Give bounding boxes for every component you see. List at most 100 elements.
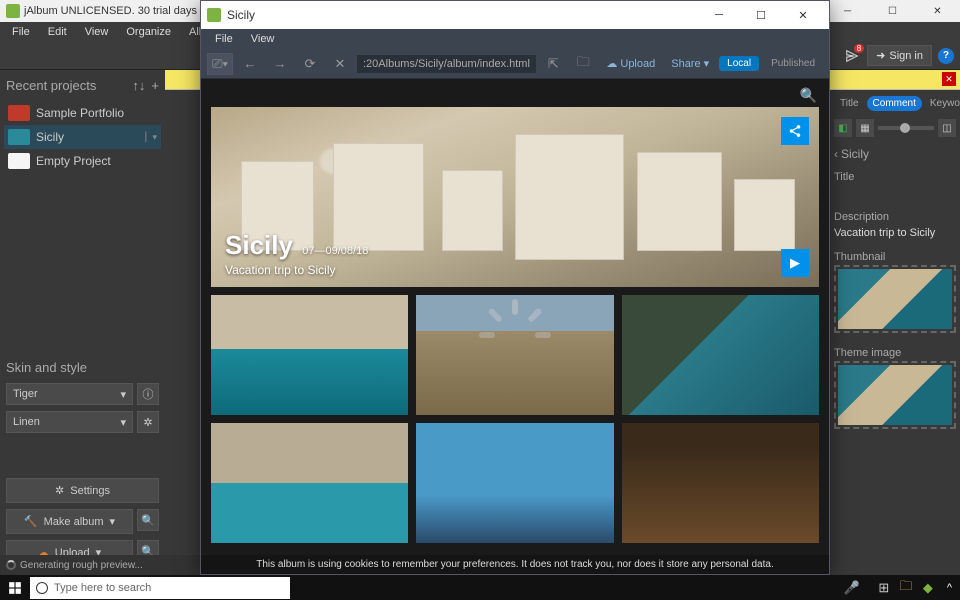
hero-image: ▶ Sicily 07—09/08/18 Vacation trip to Si… <box>211 107 819 287</box>
menu-organize[interactable]: Organize <box>118 24 179 40</box>
notification-icon[interactable]: 8 <box>843 47 861 65</box>
preview-close-button[interactable]: ✕ <box>783 3 823 27</box>
forward-icon[interactable]: → <box>267 53 293 75</box>
start-button[interactable] <box>0 575 30 600</box>
close-button[interactable]: ✕ <box>915 0 960 22</box>
style-select[interactable]: Linen▾ <box>6 411 133 433</box>
signin-icon: ➜ <box>876 49 885 62</box>
help-icon[interactable]: ? <box>938 48 954 64</box>
notice-close-icon[interactable]: ✕ <box>942 72 956 86</box>
upload-link[interactable]: ☁ Upload <box>600 57 661 70</box>
skin-info-icon[interactable]: ⓘ <box>137 383 159 405</box>
thumbnail-preview[interactable] <box>834 265 956 333</box>
device-select[interactable]: ⎚▾ <box>207 53 233 75</box>
hero-title: Sicily <box>225 230 293 261</box>
thumbnail-tile[interactable] <box>211 423 408 543</box>
add-project-icon[interactable]: + <box>151 78 159 93</box>
tool-c-icon[interactable]: ◫ <box>938 119 956 137</box>
preview-window: Sicily ─ ☐ ✕ File View ⎚▾ ← → ⟳ ✕ :20Alb… <box>200 0 830 575</box>
folder-icon[interactable]: 🗀 <box>570 53 596 75</box>
hero-share-button[interactable] <box>781 117 809 145</box>
make-album-search-icon[interactable]: 🔍 <box>137 509 159 531</box>
minimize-button[interactable]: ─ <box>825 0 870 22</box>
hammer-icon: 🔨 <box>24 515 38 528</box>
preview-menubar: File View <box>201 29 829 49</box>
cloud-icon: ☁ <box>606 58 620 70</box>
chevron-down-icon: ▏▾ <box>146 132 157 143</box>
status-bar: Generating rough preview... <box>0 555 230 575</box>
reload-icon[interactable]: ⟳ <box>297 53 323 75</box>
chevron-down-icon: ▾ <box>110 515 116 528</box>
stop-icon[interactable]: ✕ <box>327 53 353 75</box>
style-settings-icon[interactable]: ✲ <box>137 411 159 433</box>
share-link[interactable]: Share ▾ <box>665 57 715 70</box>
tool-a-icon[interactable]: ◧ <box>834 119 852 137</box>
skin-style-label: Skin and style <box>6 356 159 383</box>
settings-button[interactable]: ✲Settings <box>6 478 159 503</box>
thumbnail-tile[interactable] <box>622 423 819 543</box>
chevron-left-icon: ‹ <box>834 147 838 161</box>
tray-chevron-icon[interactable]: ^ <box>947 582 952 594</box>
spinner-icon <box>6 560 16 570</box>
preview-toolbar: ⎚▾ ← → ⟳ ✕ :20Albums/Sicily/album/index.… <box>201 49 829 79</box>
chevron-down-icon: ▾ <box>120 416 126 429</box>
jalbum-task-icon[interactable]: ◆ <box>917 577 939 599</box>
preview-maximize-button[interactable]: ☐ <box>741 3 781 27</box>
menu-view[interactable]: View <box>77 24 117 40</box>
preview-minimize-button[interactable]: ─ <box>699 3 739 27</box>
explorer-icon[interactable]: 🗀 <box>895 577 917 599</box>
hero-date: 07—09/08/18 <box>302 245 368 257</box>
thumbnail-tile[interactable] <box>211 295 408 415</box>
maximize-button[interactable]: ☐ <box>870 0 915 22</box>
menu-file[interactable]: File <box>4 24 38 40</box>
project-name: Sicily <box>36 130 64 144</box>
project-thumb <box>8 129 30 145</box>
notification-badge: 8 <box>854 44 864 53</box>
search-placeholder: Type here to search <box>54 582 151 594</box>
search-icon[interactable]: 🔍 <box>800 87 817 104</box>
status-text: Generating rough preview... <box>20 560 143 571</box>
desc-field-label: Description <box>834 205 956 225</box>
preview-menu-view[interactable]: View <box>243 31 283 47</box>
skin-select[interactable]: Tiger▾ <box>6 383 133 405</box>
sort-icon[interactable]: ↑↓ <box>132 78 145 93</box>
tab-comment[interactable]: Comment <box>867 96 922 111</box>
hero-play-button[interactable]: ▶ <box>781 249 809 277</box>
project-thumb <box>8 105 30 121</box>
project-name: Empty Project <box>36 154 111 168</box>
taskbar-search[interactable]: Type here to search <box>30 577 290 599</box>
task-view-icon[interactable]: ⊞ <box>873 577 895 599</box>
url-bar[interactable]: :20Albums/Sicily/album/index.html <box>357 55 536 73</box>
signin-button[interactable]: ➜ Sign in <box>867 45 932 66</box>
thumbnail-label: Thumbnail <box>834 245 956 265</box>
external-icon[interactable]: ⇱ <box>540 53 566 75</box>
published-pill[interactable]: Published <box>763 56 823 71</box>
gear-icon: ✲ <box>55 484 64 497</box>
project-item[interactable]: Sample Portfolio <box>4 101 161 125</box>
theme-image-label: Theme image <box>834 341 956 361</box>
tab-keywords[interactable]: Keywords <box>924 96 960 111</box>
title-field-value[interactable] <box>834 185 956 205</box>
project-item[interactable]: Sicily ▏▾ <box>4 125 161 149</box>
desc-field-value[interactable]: Vacation trip to Sicily <box>834 225 956 245</box>
local-pill[interactable]: Local <box>719 56 759 71</box>
preview-menu-file[interactable]: File <box>207 31 241 47</box>
project-item[interactable]: Empty Project <box>4 149 161 173</box>
tab-title[interactable]: Title <box>834 96 865 111</box>
theme-image-preview[interactable] <box>834 361 956 429</box>
title-field-label: Title <box>834 165 956 185</box>
zoom-slider[interactable] <box>878 126 934 130</box>
tool-b-icon[interactable]: ▦ <box>856 119 874 137</box>
make-album-button[interactable]: 🔨Make album ▾ <box>6 509 133 534</box>
thumbnail-tile[interactable] <box>622 295 819 415</box>
loading-spinner-icon <box>485 297 545 357</box>
recent-projects-label: Recent projects <box>6 78 96 93</box>
hero-subtitle: Vacation trip to Sicily <box>225 263 368 277</box>
menu-edit[interactable]: Edit <box>40 24 75 40</box>
thumbnail-tile[interactable] <box>416 423 613 543</box>
preview-titlebar[interactable]: Sicily ─ ☐ ✕ <box>201 1 829 29</box>
project-thumb <box>8 153 30 169</box>
breadcrumb[interactable]: ‹Sicily <box>834 143 956 165</box>
mic-icon[interactable]: 🎤 <box>841 577 863 599</box>
back-icon[interactable]: ← <box>237 53 263 75</box>
